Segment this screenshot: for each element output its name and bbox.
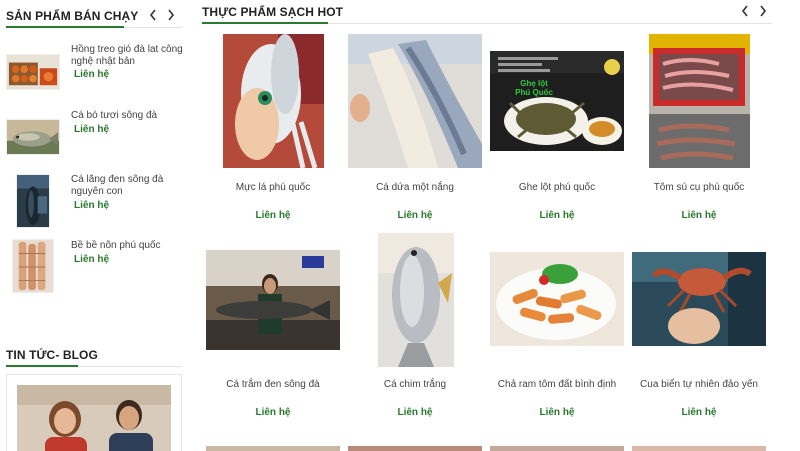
bestseller-price[interactable]: Liên hệ [74,124,109,135]
product-name[interactable]: Mực lá phú quốc [200,182,346,193]
product-price[interactable]: Liên hệ [348,407,482,418]
product-name[interactable]: Chả ram tôm đất bình định [484,379,630,390]
bestseller-price[interactable]: Liên hệ [74,254,109,265]
product-price[interactable]: Liên hệ [490,210,624,221]
bestseller-price[interactable]: Liên hệ [74,200,109,211]
sidebar: SẢN PHẨM BÁN CHẠY Hồng treo gió đà lat c… [0,0,190,451]
product-card[interactable]: Cua biển tự nhiên đảo yến Liên hệ [632,233,766,423]
chevron-left-icon[interactable] [148,8,158,22]
blog-photo-icon[interactable] [17,385,171,451]
product-card[interactable]: Ghẹ lột Phú Quốc Ghe lột phú quốc Liên h… [490,34,624,224]
hot-products-nav [740,4,768,18]
squid-photo-icon[interactable] [223,34,324,168]
persimmon-photo-icon[interactable] [6,54,60,90]
product-price[interactable]: Liên hệ [206,407,340,418]
blog-header: TIN TỨC- BLOG [6,343,182,367]
bestseller-name[interactable]: Cá lăng đen sông đà nguyên con [71,174,183,198]
product-name[interactable]: Tôm sú cụ phú quốc [626,182,772,193]
product-name[interactable]: Cá dứa một nắng [342,182,488,193]
next-row-thumbnail [632,446,766,451]
bestseller-name[interactable]: Cá bò tươi sông đà [71,110,183,122]
product-name[interactable]: Cá chim trắng [342,379,488,390]
product-price[interactable]: Liên hệ [206,210,340,221]
bestseller-item[interactable]: Cá lăng đen sông đà nguyên con Liên hệ [6,174,184,230]
product-price[interactable]: Liên hệ [490,407,624,418]
bestsellers-title: SẢN PHẨM BÁN CHẠY [6,9,139,23]
chevron-left-icon[interactable] [740,4,750,18]
bestseller-price[interactable]: Liên hệ [74,69,109,80]
next-row-thumbnail [348,446,482,451]
product-name[interactable]: Cua biển tự nhiên đảo yến [626,379,772,390]
hot-products-title: THỰC PHẨM SẠCH HOT [202,5,344,19]
black-carp-photo-icon[interactable] [206,250,340,350]
ghe-label: Ghẹ lột Phú Quốc [504,79,564,97]
bestseller-name[interactable]: Hồng treo gió đà lat công nghệ nhật bản [71,44,183,68]
bestseller-item[interactable]: Bề bề nõn phú quốc Liên hệ [6,238,184,294]
chevron-right-icon[interactable] [758,4,768,18]
product-price[interactable]: Liên hệ [632,210,766,221]
next-row-thumbnail [490,446,624,451]
bestseller-item[interactable]: Cá bò tươi sông đà Liên hệ [6,110,184,160]
next-row-thumbnail [206,446,340,451]
main-content: THỰC PHẨM SẠCH HOT Mực lá phú quốc Liên … [202,0,772,451]
blog-card[interactable] [6,374,182,451]
ghe-label-line1: Ghẹ lột [520,79,548,88]
hot-products-underline [202,22,328,24]
product-price[interactable]: Liên hệ [348,210,482,221]
hot-products-header: THỰC PHẨM SẠCH HOT [202,0,772,24]
product-card[interactable]: Cá trắm đen sông đà Liên hệ [206,233,340,423]
mud-crab-photo-icon[interactable] [632,252,766,346]
crab-dish-photo-icon[interactable]: Ghẹ lột Phú Quốc [490,51,624,151]
fish-dried-photo-icon[interactable] [348,34,482,168]
product-card[interactable]: Mực lá phú quốc Liên hệ [206,34,340,224]
tiger-prawn-photo-icon[interactable] [649,34,750,168]
product-card[interactable]: Cá dứa một nắng Liên hệ [348,34,482,224]
blog-title: TIN TỨC- BLOG [6,348,98,362]
product-card[interactable]: Chả ram tôm đất bình định Liên hệ [490,233,624,423]
product-card[interactable]: Cá chim trắng Liên hệ [348,233,482,423]
bestsellers-header: SẢN PHẨM BÁN CHẠY [6,4,182,28]
bestsellers-nav [148,8,176,22]
ghe-label-line2: Phú Quốc [515,88,553,97]
catfish-photo-icon[interactable] [16,174,50,228]
pompano-photo-icon[interactable] [378,233,454,367]
fish-photo-icon[interactable] [6,119,60,155]
product-name[interactable]: Cá trắm đen sông đà [200,379,346,390]
product-name[interactable]: Ghe lột phú quốc [484,182,630,193]
mantis-shrimp-photo-icon[interactable] [12,239,54,293]
product-card[interactable]: Tôm sú cụ phú quốc Liên hệ [632,34,766,224]
chevron-right-icon[interactable] [166,8,176,22]
shrimp-roll-photo-icon[interactable] [490,252,624,346]
bestseller-name[interactable]: Bề bề nõn phú quốc [71,240,183,252]
bestseller-item[interactable]: Hồng treo gió đà lat công nghệ nhật bản … [6,44,184,94]
product-price[interactable]: Liên hệ [632,407,766,418]
bestsellers-underline [6,26,124,28]
blog-underline [6,365,78,367]
